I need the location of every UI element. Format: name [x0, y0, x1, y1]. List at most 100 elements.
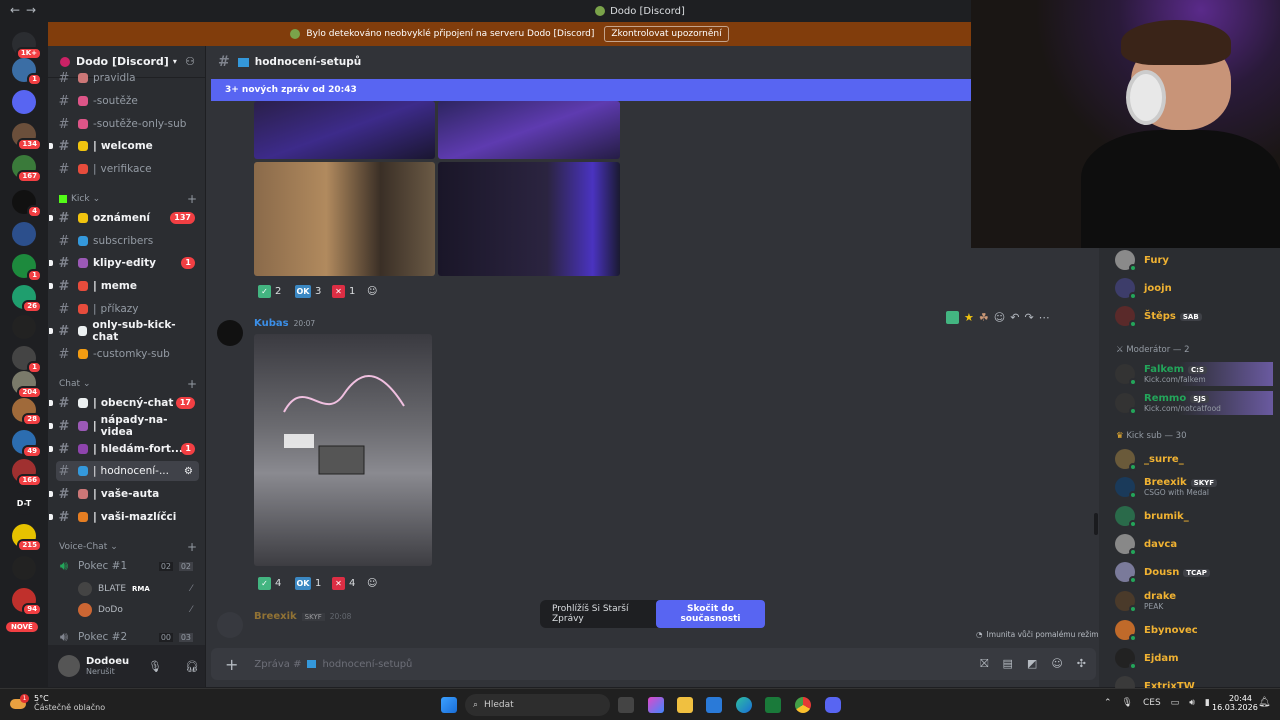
server-icon[interactable]: D-T [12, 491, 36, 515]
channel-item[interactable]: # only-sub-kick-chat [56, 319, 199, 343]
file-explorer-icon[interactable] [677, 697, 693, 713]
server-icon[interactable]: 94 [12, 588, 42, 616]
add-channel-icon[interactable]: + [187, 540, 197, 554]
headphones-icon[interactable]: 🎧︎ [185, 660, 199, 673]
check-emoji-icon[interactable] [946, 310, 959, 324]
add-member-icon[interactable]: ⚇ [185, 55, 195, 68]
sticker-icon[interactable]: ◩ [1027, 657, 1037, 671]
microphone-icon[interactable]: 🎙︎ [1122, 698, 1133, 708]
server-icon[interactable]: 1 [12, 254, 42, 282]
reaction-ok[interactable]: OK 1 [295, 574, 321, 592]
member-item[interactable]: Remmo SJS Kick.com/notcatfood [1115, 391, 1273, 415]
member-item[interactable]: Fury [1115, 248, 1169, 272]
channel-item[interactable]: # subscribers [56, 231, 199, 251]
more-icon[interactable]: ⋯ [1039, 311, 1050, 324]
avatar[interactable] [217, 320, 243, 346]
member-item[interactable]: Breexik SKYF CSGO with Medal [1115, 475, 1217, 499]
member-item[interactable]: Štěps SAB [1115, 304, 1202, 328]
member-item[interactable]: davca [1115, 532, 1177, 556]
image-attachment[interactable] [254, 162, 435, 276]
scrollbar[interactable] [1094, 513, 1098, 535]
channel-item[interactable]: # | vaši-mazlíčci [56, 507, 199, 527]
category-voice[interactable]: Voice-Chat ⌄ + [59, 540, 197, 554]
new-messages-bar[interactable]: 3+ nových zpráv od 20:43 [211, 79, 971, 101]
voice-user[interactable]: DoDo ⁄ [78, 601, 198, 619]
avatar[interactable] [58, 655, 80, 677]
battery-icon[interactable]: ▮ [1205, 698, 1210, 708]
member-item[interactable]: Ebynovec [1115, 618, 1198, 642]
category-kick[interactable]: Kick ⌄ + [59, 192, 197, 206]
image-attachment[interactable] [254, 101, 435, 159]
review-alert-button[interactable]: Zkontrolovat upozornění [604, 26, 729, 42]
channel-item[interactable]: # | obecný-chat 17 [56, 393, 199, 413]
channel-item[interactable]: # | meme [56, 276, 199, 296]
member-item[interactable]: _surre_ [1115, 447, 1184, 471]
discord-icon[interactable] [825, 697, 841, 713]
gear-icon[interactable]: ⚙ [184, 466, 193, 477]
channel-item[interactable]: # -customky-sub [56, 344, 199, 364]
apps-icon[interactable]: ✣ [1077, 657, 1086, 671]
server-icon[interactable]: 204 [12, 371, 42, 399]
channel-item[interactable]: # | hodnocení-... ⚙ [56, 461, 199, 481]
member-item[interactable]: brumik_ [1115, 504, 1189, 528]
member-item[interactable]: Dousn TCAP [1115, 560, 1210, 584]
reaction-ok[interactable]: OK 3 [295, 282, 321, 300]
image-attachment[interactable] [254, 334, 432, 566]
server-icon[interactable]: 28 [12, 398, 42, 426]
server-icon[interactable]: 167 [12, 155, 42, 183]
reply-icon[interactable]: ↶ [1010, 311, 1019, 324]
add-reaction-icon[interactable]: ☺ [994, 311, 1005, 324]
voice-channel-pokec1[interactable]: 🔊︎ Pokec #1 02 02 [56, 556, 199, 576]
chevron-up-icon[interactable]: ⌃ [1104, 698, 1112, 708]
reaction-check[interactable]: ✓ 4 [258, 574, 281, 592]
store-icon[interactable] [706, 697, 722, 713]
reaction-x[interactable]: ✕ 1 [332, 282, 355, 300]
message-input[interactable]: + Zpráva # hodnocení-setupů ⛝ ▤ ◩ ☺ ✣ [211, 648, 1096, 680]
channel-item[interactable]: # | hledám-fort... 1 [56, 439, 199, 459]
channel-item[interactable]: # | verifikace [56, 159, 199, 179]
channel-item[interactable]: # klipy-edity 1 [56, 253, 199, 273]
jump-to-present-button[interactable]: Skočit do současnosti [655, 600, 765, 628]
channel-item[interactable]: # | vaše-auta [56, 484, 199, 504]
microphone-icon[interactable]: 🎙︎ [148, 660, 162, 673]
member-item[interactable]: drake PEAK [1115, 589, 1176, 613]
plus-icon[interactable]: + [225, 655, 238, 674]
server-icon[interactable] [12, 556, 36, 580]
language-indicator[interactable]: CES [1143, 698, 1161, 708]
star-emoji-icon[interactable]: ★ [964, 311, 974, 324]
member-item[interactable]: Falkem C:S Kick.com/falkem [1115, 362, 1273, 386]
emoji-icon[interactable]: ☺ [1051, 657, 1062, 671]
gift-icon[interactable]: ⛝ [980, 657, 988, 671]
server-icon[interactable] [12, 222, 36, 246]
server-icon[interactable]: 134 [12, 123, 42, 151]
copilot-icon[interactable] [648, 697, 664, 713]
server-icon[interactable]: 1 [12, 58, 42, 86]
gif-icon[interactable]: ▤ [1003, 657, 1013, 671]
chrome-icon[interactable] [795, 697, 811, 713]
image-attachment[interactable] [438, 162, 620, 276]
add-channel-icon[interactable]: + [187, 192, 197, 206]
message-author[interactable]: Kubas [254, 318, 289, 329]
edge-icon[interactable] [736, 697, 752, 713]
server-icon[interactable] [12, 90, 36, 114]
clock[interactable]: 20:44 16.03.2026 [1212, 694, 1258, 712]
windows-start-icon[interactable] [441, 697, 457, 713]
nav-arrows[interactable]: ←→ [10, 3, 42, 17]
terminal-icon[interactable] [765, 697, 781, 713]
voice-channel-pokec2[interactable]: 🔊︎ Pokec #2 00 03 [56, 627, 199, 647]
image-attachment[interactable] [438, 101, 620, 159]
message-author[interactable]: Breexik [254, 611, 297, 622]
add-reaction-icon[interactable]: ☺ [367, 574, 377, 592]
server-icon[interactable] [12, 315, 36, 339]
volume-icon[interactable]: 🔊︎ [1189, 698, 1195, 708]
member-item[interactable]: Ejdam [1115, 646, 1179, 670]
channel-item[interactable]: # -soutěže-only-sub [56, 114, 199, 134]
channel-item[interactable]: # | welcome [56, 136, 199, 156]
channel-item[interactable]: # pravidla [56, 68, 199, 88]
forward-icon[interactable]: ↷ [1024, 311, 1033, 324]
reaction-check[interactable]: ✓ 2 [258, 282, 281, 300]
add-reaction-icon[interactable]: ☺ [367, 282, 377, 300]
member-item[interactable]: joojn [1115, 276, 1172, 300]
server-icon[interactable]: 215 [12, 524, 42, 552]
network-icon[interactable]: ▭ [1171, 698, 1180, 708]
